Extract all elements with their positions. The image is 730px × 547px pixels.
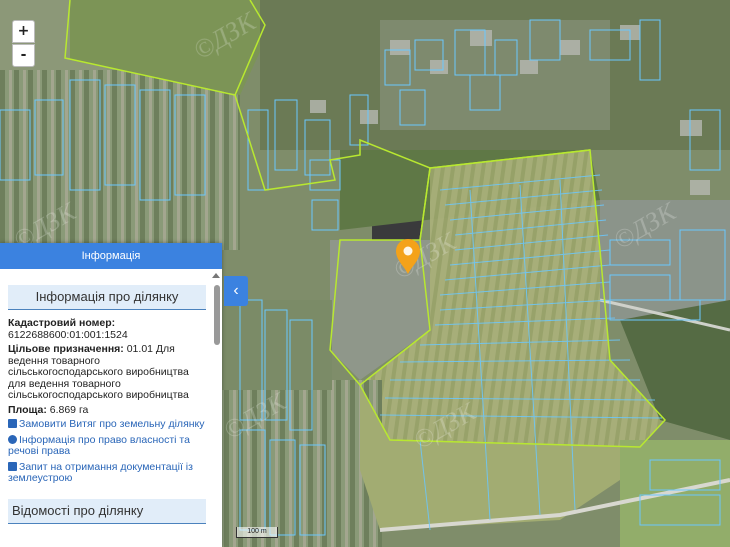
area-row: Площа: 6.869 га bbox=[8, 403, 206, 417]
purpose-row: Цільове призначення: 01.01 Для ведення т… bbox=[8, 343, 206, 402]
link-label: Замовити Витяг про земельну ділянку bbox=[19, 418, 205, 430]
scroll-up-arrow-icon[interactable] bbox=[212, 273, 220, 278]
zoom-in-button[interactable]: + bbox=[12, 20, 35, 43]
document-icon bbox=[8, 461, 17, 471]
document-icon bbox=[8, 419, 17, 428]
panel-body: Інформація про ділянку Кадастровий номер… bbox=[0, 269, 210, 547]
info-circle-icon bbox=[8, 434, 17, 444]
documentation-request-link[interactable]: Запит на отримання документації із земле… bbox=[8, 460, 206, 485]
chevron-left-icon: ‹ bbox=[233, 282, 239, 299]
cadastral-value: 6122688600:01:001:1524 bbox=[8, 328, 128, 341]
section-title: Інформація про ділянку bbox=[8, 285, 206, 310]
info-panel: Інформація Інформація про ділянку Кадаст… bbox=[0, 243, 222, 547]
next-section-title: Відомості про ділянку bbox=[8, 498, 206, 524]
panel-header: Інформація bbox=[0, 243, 222, 269]
cadastral-number-row: Кадастровий номер: 6122688600:01:001:152… bbox=[8, 317, 206, 341]
area-value: 6.869 га bbox=[49, 403, 89, 416]
purpose-label: Цільове призначення: bbox=[8, 343, 124, 355]
scale-bar: 100 m bbox=[236, 527, 278, 538]
order-extract-link[interactable]: Замовити Витяг про земельну ділянку bbox=[8, 418, 206, 431]
ownership-info-link[interactable]: Інформація про право власності та речові… bbox=[8, 433, 206, 458]
area-label: Площа: bbox=[8, 403, 47, 416]
link-label: Запит на отримання документації із земле… bbox=[8, 460, 193, 484]
cadastral-label: Кадастровий номер: bbox=[8, 317, 116, 329]
zoom-out-button[interactable]: - bbox=[12, 44, 35, 67]
link-label: Інформація про право власності та речові… bbox=[8, 433, 190, 457]
scrollbar-thumb[interactable] bbox=[214, 285, 220, 345]
collapse-panel-button[interactable]: ‹ bbox=[224, 276, 248, 306]
